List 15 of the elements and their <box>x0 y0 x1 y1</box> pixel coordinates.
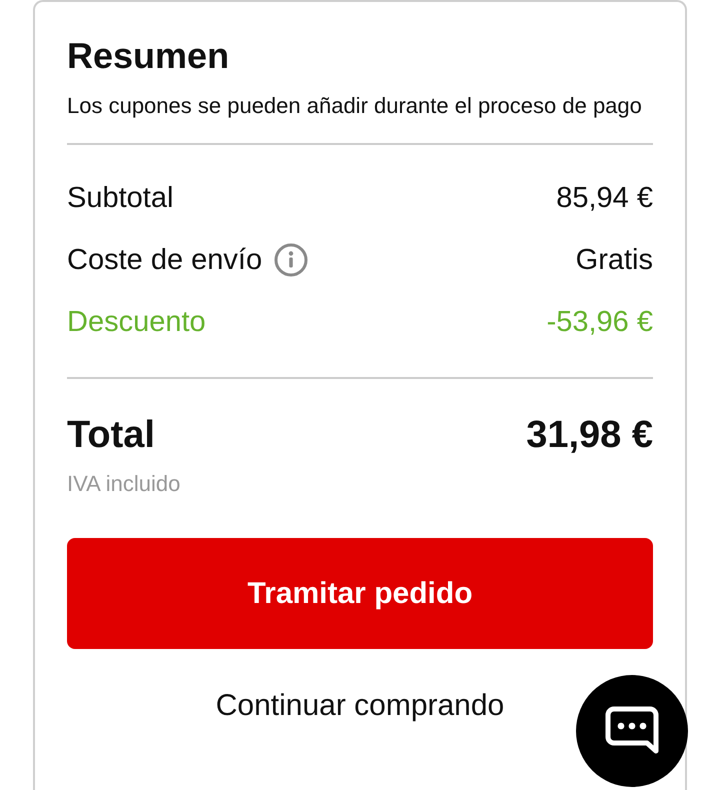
checkout-button[interactable]: Tramitar pedido <box>67 538 653 649</box>
coupon-note: Los cupones se pueden añadir durante el proceso de pago <box>67 92 642 120</box>
summary-title: Resumen <box>67 35 230 77</box>
line-label: Coste de envío <box>67 244 262 276</box>
total-label: Total <box>67 413 155 458</box>
info-icon[interactable] <box>274 243 308 277</box>
chat-icon[interactable] <box>576 675 688 787</box>
line-value: -53,96 € <box>546 306 653 338</box>
vat-note: IVA incluido <box>67 470 180 498</box>
line-label: Descuento <box>67 306 206 338</box>
line-value: 85,94 € <box>556 182 653 214</box>
line-label: Subtotal <box>67 182 174 214</box>
continue-shopping-link[interactable]: Continuar comprando <box>216 688 504 724</box>
line-value: Gratis <box>576 244 653 276</box>
total-value: 31,98 € <box>526 413 653 458</box>
